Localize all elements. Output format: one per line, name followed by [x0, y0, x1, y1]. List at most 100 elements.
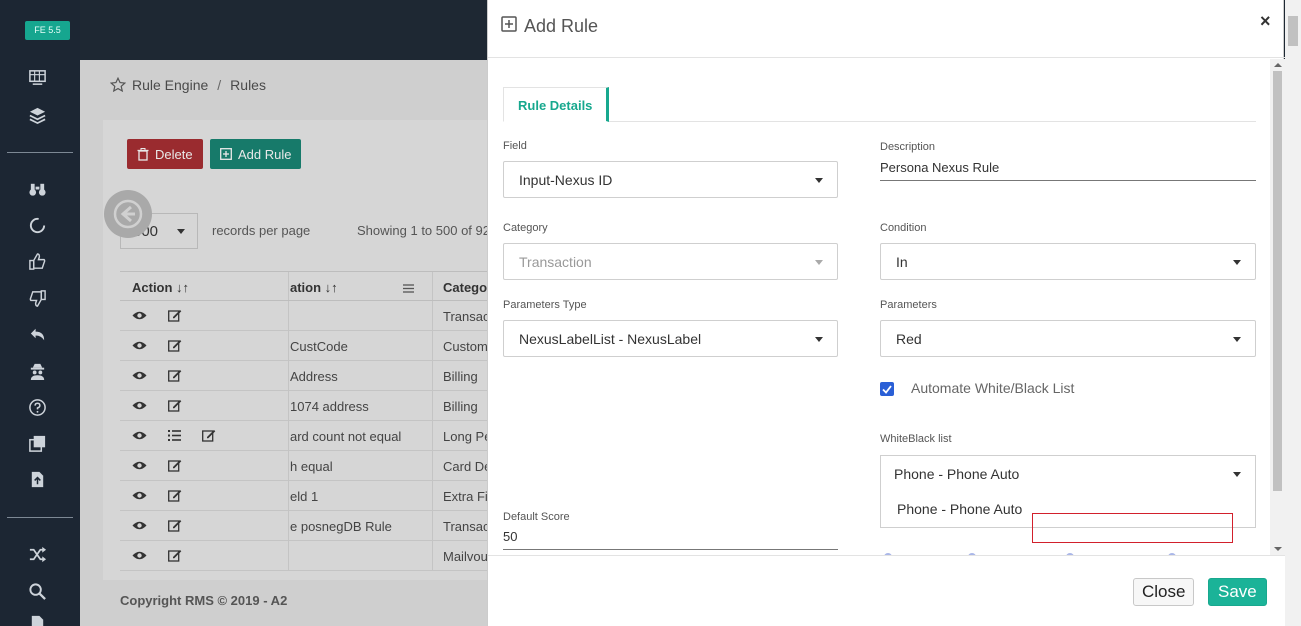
header-description[interactable]: ation ↓↑	[290, 280, 338, 295]
copyright: Copyright RMS © 2019 - A2	[120, 593, 288, 608]
automate-label[interactable]: Automate White/Black List	[911, 380, 1074, 396]
delete-button-label: Delete	[155, 146, 193, 162]
back-arrow-icon[interactable]	[104, 190, 152, 238]
binoculars-icon[interactable]	[26, 178, 48, 200]
description-input[interactable]: Persona Nexus Rule	[880, 155, 1256, 181]
whiteblack-select[interactable]: Phone - Phone Auto	[880, 455, 1256, 492]
records-per-page-label: records per page	[212, 223, 311, 238]
column-separator	[432, 481, 433, 510]
close-button[interactable]: Close	[1133, 578, 1195, 606]
trash-icon	[137, 147, 149, 161]
chevron-down-icon	[177, 229, 185, 234]
shuffle-icon[interactable]	[26, 543, 48, 565]
delete-button[interactable]: Delete	[127, 139, 203, 169]
header-action[interactable]: Action ↓↑	[132, 280, 189, 295]
add-rule-button[interactable]: Add Rule	[210, 139, 302, 169]
default-score-input[interactable]: 50	[503, 524, 838, 550]
category-select: Transaction	[503, 243, 838, 280]
row-description: e posnegDB Rule	[290, 519, 392, 534]
edit-icon[interactable]	[168, 339, 182, 355]
page-scrollbar[interactable]	[1285, 0, 1301, 626]
modal-scrollbar[interactable]	[1270, 59, 1285, 555]
edit-icon[interactable]	[168, 489, 182, 505]
whiteblack-option-label: Phone - Phone Auto	[897, 501, 1023, 517]
parameters-select[interactable]: Red	[880, 320, 1256, 357]
add-rule-modal: Add Rule × Rule Details Field Input-Nexu…	[487, 0, 1285, 626]
automate-checkbox[interactable]	[880, 382, 894, 396]
tab-strip: Rule Details	[503, 87, 1256, 122]
highlight-box	[1032, 513, 1233, 543]
undo-icon[interactable]	[26, 323, 48, 345]
copy-icon[interactable]	[26, 432, 48, 454]
row-category: Billing	[443, 369, 478, 384]
parameters-type-select[interactable]: NexusLabelList - NexusLabel	[503, 320, 838, 357]
breadcrumb-root[interactable]: Rule Engine	[132, 77, 208, 93]
edit-icon[interactable]	[168, 549, 182, 565]
table-row: e posnegDB Rule Transac	[120, 511, 487, 541]
edit-icon[interactable]	[168, 519, 182, 535]
close-icon[interactable]: ×	[1260, 11, 1271, 32]
thumbs-down-icon[interactable]	[26, 287, 48, 309]
user-secret-icon[interactable]	[26, 360, 48, 382]
list-icon[interactable]	[168, 429, 181, 444]
modal-body: Rule Details Field Input-Nexus ID Catego…	[488, 59, 1285, 555]
table-row: Mailvou	[120, 541, 487, 571]
plus-square-icon	[220, 148, 232, 160]
showing-count: Showing 1 to 500 of 92	[357, 223, 490, 238]
eye-icon[interactable]	[132, 369, 147, 384]
eye-icon[interactable]	[132, 429, 147, 444]
spinner-icon[interactable]	[26, 214, 48, 236]
eye-icon[interactable]	[132, 459, 147, 474]
scroll-up-arrow[interactable]	[1274, 63, 1282, 67]
column-separator	[432, 301, 433, 330]
eye-icon[interactable]	[132, 549, 147, 564]
column-separator	[288, 511, 289, 540]
parameters-type-label: Parameters Type	[503, 299, 587, 311]
condition-label: Condition	[880, 222, 927, 234]
eye-icon[interactable]	[132, 399, 147, 414]
column-menu-icon[interactable]	[403, 281, 414, 296]
file-upload-icon[interactable]	[26, 468, 48, 490]
row-category: Billing	[443, 399, 478, 414]
field-select[interactable]: Input-Nexus ID	[503, 161, 838, 198]
table-row: CustCode Custom	[120, 331, 487, 361]
eye-icon[interactable]	[132, 309, 147, 324]
help-icon[interactable]	[26, 396, 48, 418]
row-category: Mailvou	[443, 549, 487, 564]
eye-icon[interactable]	[132, 519, 147, 534]
column-separator	[288, 421, 289, 450]
row-description: ard count not equal	[290, 429, 402, 444]
file-icon[interactable]	[26, 612, 48, 626]
edit-icon[interactable]	[168, 399, 182, 415]
table-row: Transac	[120, 301, 487, 331]
table-row: 1074 address Billing	[120, 391, 487, 421]
scroll-down-arrow[interactable]	[1274, 547, 1282, 551]
search-icon[interactable]	[26, 580, 48, 602]
whiteblack-value: Phone - Phone Auto	[894, 465, 1020, 482]
row-description: h equal	[290, 459, 333, 474]
layers-icon[interactable]	[26, 104, 48, 126]
rules-table: Action ↓↑ ation ↓↑ Categor Transac CustCo…	[120, 271, 492, 571]
row-description: 1074 address	[290, 399, 369, 414]
row-category: Custom	[443, 339, 487, 354]
description-value: Persona Nexus Rule	[880, 160, 1000, 175]
modal-header: Add Rule ×	[488, 0, 1285, 58]
edit-icon[interactable]	[168, 459, 182, 475]
save-button[interactable]: Save	[1208, 578, 1267, 606]
chevron-down-icon	[815, 260, 823, 265]
header-category[interactable]: Categor	[443, 280, 492, 295]
eye-icon[interactable]	[132, 339, 147, 354]
column-separator	[432, 511, 433, 540]
edit-icon[interactable]	[168, 309, 182, 325]
parameters-value: Red	[896, 330, 922, 347]
scroll-thumb[interactable]	[1273, 71, 1282, 491]
thumbs-up-icon[interactable]	[26, 250, 48, 272]
edit-icon[interactable]	[202, 429, 216, 445]
condition-select[interactable]: In	[880, 243, 1256, 280]
eye-icon[interactable]	[132, 489, 147, 504]
page-scroll-thumb[interactable]	[1288, 16, 1298, 46]
tab-rule-details[interactable]: Rule Details	[503, 87, 610, 122]
edit-icon[interactable]	[168, 369, 182, 385]
dashboard-icon[interactable]	[26, 66, 48, 88]
sidebar-divider	[7, 152, 73, 153]
